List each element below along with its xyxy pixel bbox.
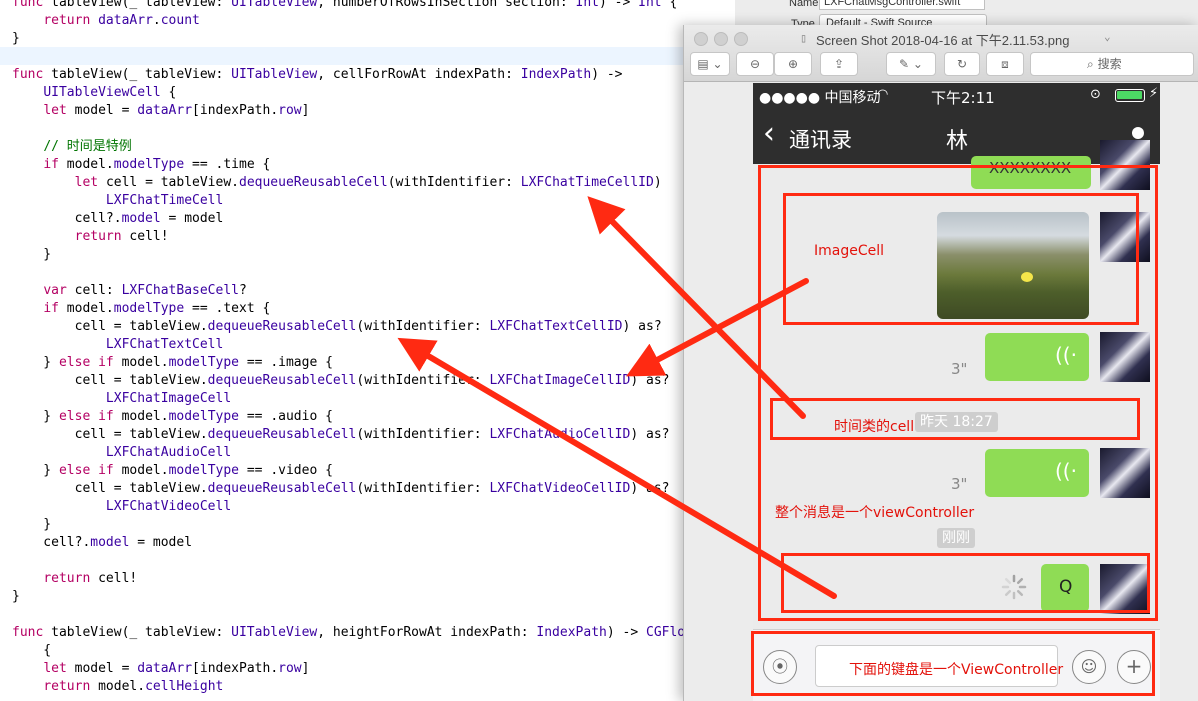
status-bar: ●●●●● 中国移动 ◠ 下午2:11 ⊙ ⚡ <box>753 83 1160 109</box>
file-inspector: Name LXFChatMsgController.swift Type Def… <box>735 0 1198 32</box>
code-line: return dataArr.count <box>43 13 200 28</box>
code-line: } else if model.modelType == .video { <box>12 463 333 478</box>
charging-icon: ⚡ <box>1149 86 1159 101</box>
window-titlebar: ▯ Screen Shot 2018-04-16 at 下午2.11.53.pn… <box>684 25 1198 82</box>
back-chevron-icon[interactable]: ‹ <box>763 117 775 151</box>
nav-bar: ‹ 通讯录 林 <box>753 109 1160 164</box>
code-line: if model.modelType == .text { <box>43 301 271 316</box>
code-line: LXFChatTextCell <box>105 337 224 352</box>
search-input[interactable]: ⌕ 搜索 <box>1030 52 1194 76</box>
code-line: let model = dataArr[indexPath.row] <box>43 103 310 118</box>
code-line: return model.cellHeight <box>43 679 224 694</box>
window-title: Screen Shot 2018-04-16 at 下午2.11.53.png <box>816 33 1070 48</box>
code-line: func tableView(_ tableView: UITableView,… <box>12 0 678 10</box>
keyboard-annotation: 下面的键盘是一个ViewController <box>849 662 1064 678</box>
time-cell-annotation: 时间类的cell <box>834 419 915 435</box>
code-line: var cell: LXFChatBaseCell? <box>43 283 247 298</box>
minimize-button[interactable] <box>714 32 728 46</box>
code-line: func tableView(_ tableView: UITableView,… <box>12 625 700 640</box>
zoom-out-button[interactable]: ⊖ <box>736 52 774 76</box>
carrier-label: ●●●●● 中国移动 <box>759 90 881 106</box>
code-line: UITableViewCell { <box>43 85 177 100</box>
code-line: LXFChatVideoCell <box>105 499 232 514</box>
share-button[interactable]: ⇪ <box>820 52 858 76</box>
toolbox-button[interactable]: ⧈ <box>986 52 1024 76</box>
code-line: // 时间是特例 <box>43 139 132 154</box>
zoom-in-button[interactable]: ⊕ <box>774 52 812 76</box>
code-line: let model = dataArr[indexPath.row] <box>43 661 310 676</box>
code-line: LXFChatImageCell <box>105 391 232 406</box>
code-line: cell?.model = model <box>12 535 193 550</box>
search-placeholder: 搜索 <box>1097 57 1122 71</box>
name-label: Name <box>789 0 819 9</box>
code-line: { <box>12 643 52 658</box>
code-line: cell?.model = model <box>12 211 224 226</box>
code-line: cell = tableView.dequeueReusableCell(wit… <box>12 373 670 388</box>
code-line: cell = tableView.dequeueReusableCell(wit… <box>12 319 662 334</box>
sidebar-toggle-button[interactable]: ▤ ⌄ <box>690 52 730 76</box>
status-time: 下午2:11 <box>931 89 995 107</box>
back-label[interactable]: 通讯录 <box>789 124 852 154</box>
view-controller-annotation: 整个消息是一个viewController <box>775 505 975 521</box>
code-line: return cell! <box>43 571 138 586</box>
nav-title: 林 <box>946 129 969 154</box>
chevron-down-icon[interactable]: ⌄ <box>1104 30 1111 43</box>
rotate-button[interactable]: ↻ <box>944 52 980 76</box>
code-editor[interactable]: func tableView(_ tableView: UITableView,… <box>0 0 700 701</box>
current-line-highlight <box>0 47 700 65</box>
code-line: } else if model.modelType == .audio { <box>12 409 333 424</box>
close-button[interactable] <box>694 32 708 46</box>
code-line: LXFChatTimeCell <box>105 193 224 208</box>
zoom-button[interactable] <box>734 32 748 46</box>
battery-icon <box>1115 89 1145 102</box>
rotation-lock-icon: ⊙ <box>1090 87 1101 102</box>
code-line: return cell! <box>74 229 169 244</box>
image-cell-annotation: ImageCell <box>814 243 885 259</box>
code-line: } <box>12 247 52 262</box>
code-line: } <box>12 517 52 532</box>
text-cell-box <box>781 553 1150 613</box>
wifi-icon: ◠ <box>877 87 889 102</box>
code-line: } <box>12 31 20 46</box>
code-line: func tableView(_ tableView: UITableView,… <box>12 67 623 82</box>
image-cell-box <box>783 193 1139 325</box>
search-icon: ⌕ <box>1087 57 1094 71</box>
markup-button[interactable]: ✎ ⌄ <box>886 52 936 76</box>
name-field[interactable]: LXFChatMsgController.swift <box>819 0 985 10</box>
code-line: let cell = tableView.dequeueReusableCell… <box>74 175 662 190</box>
code-line: if model.modelType == .time { <box>43 157 271 172</box>
document-icon: ▯ <box>800 31 808 45</box>
code-line: cell = tableView.dequeueReusableCell(wit… <box>12 481 670 496</box>
code-line: } <box>12 589 20 604</box>
code-line: cell = tableView.dequeueReusableCell(wit… <box>12 427 670 442</box>
code-line: } else if model.modelType == .image { <box>12 355 333 370</box>
code-line: LXFChatAudioCell <box>105 445 232 460</box>
time-cell-box <box>770 398 1140 440</box>
